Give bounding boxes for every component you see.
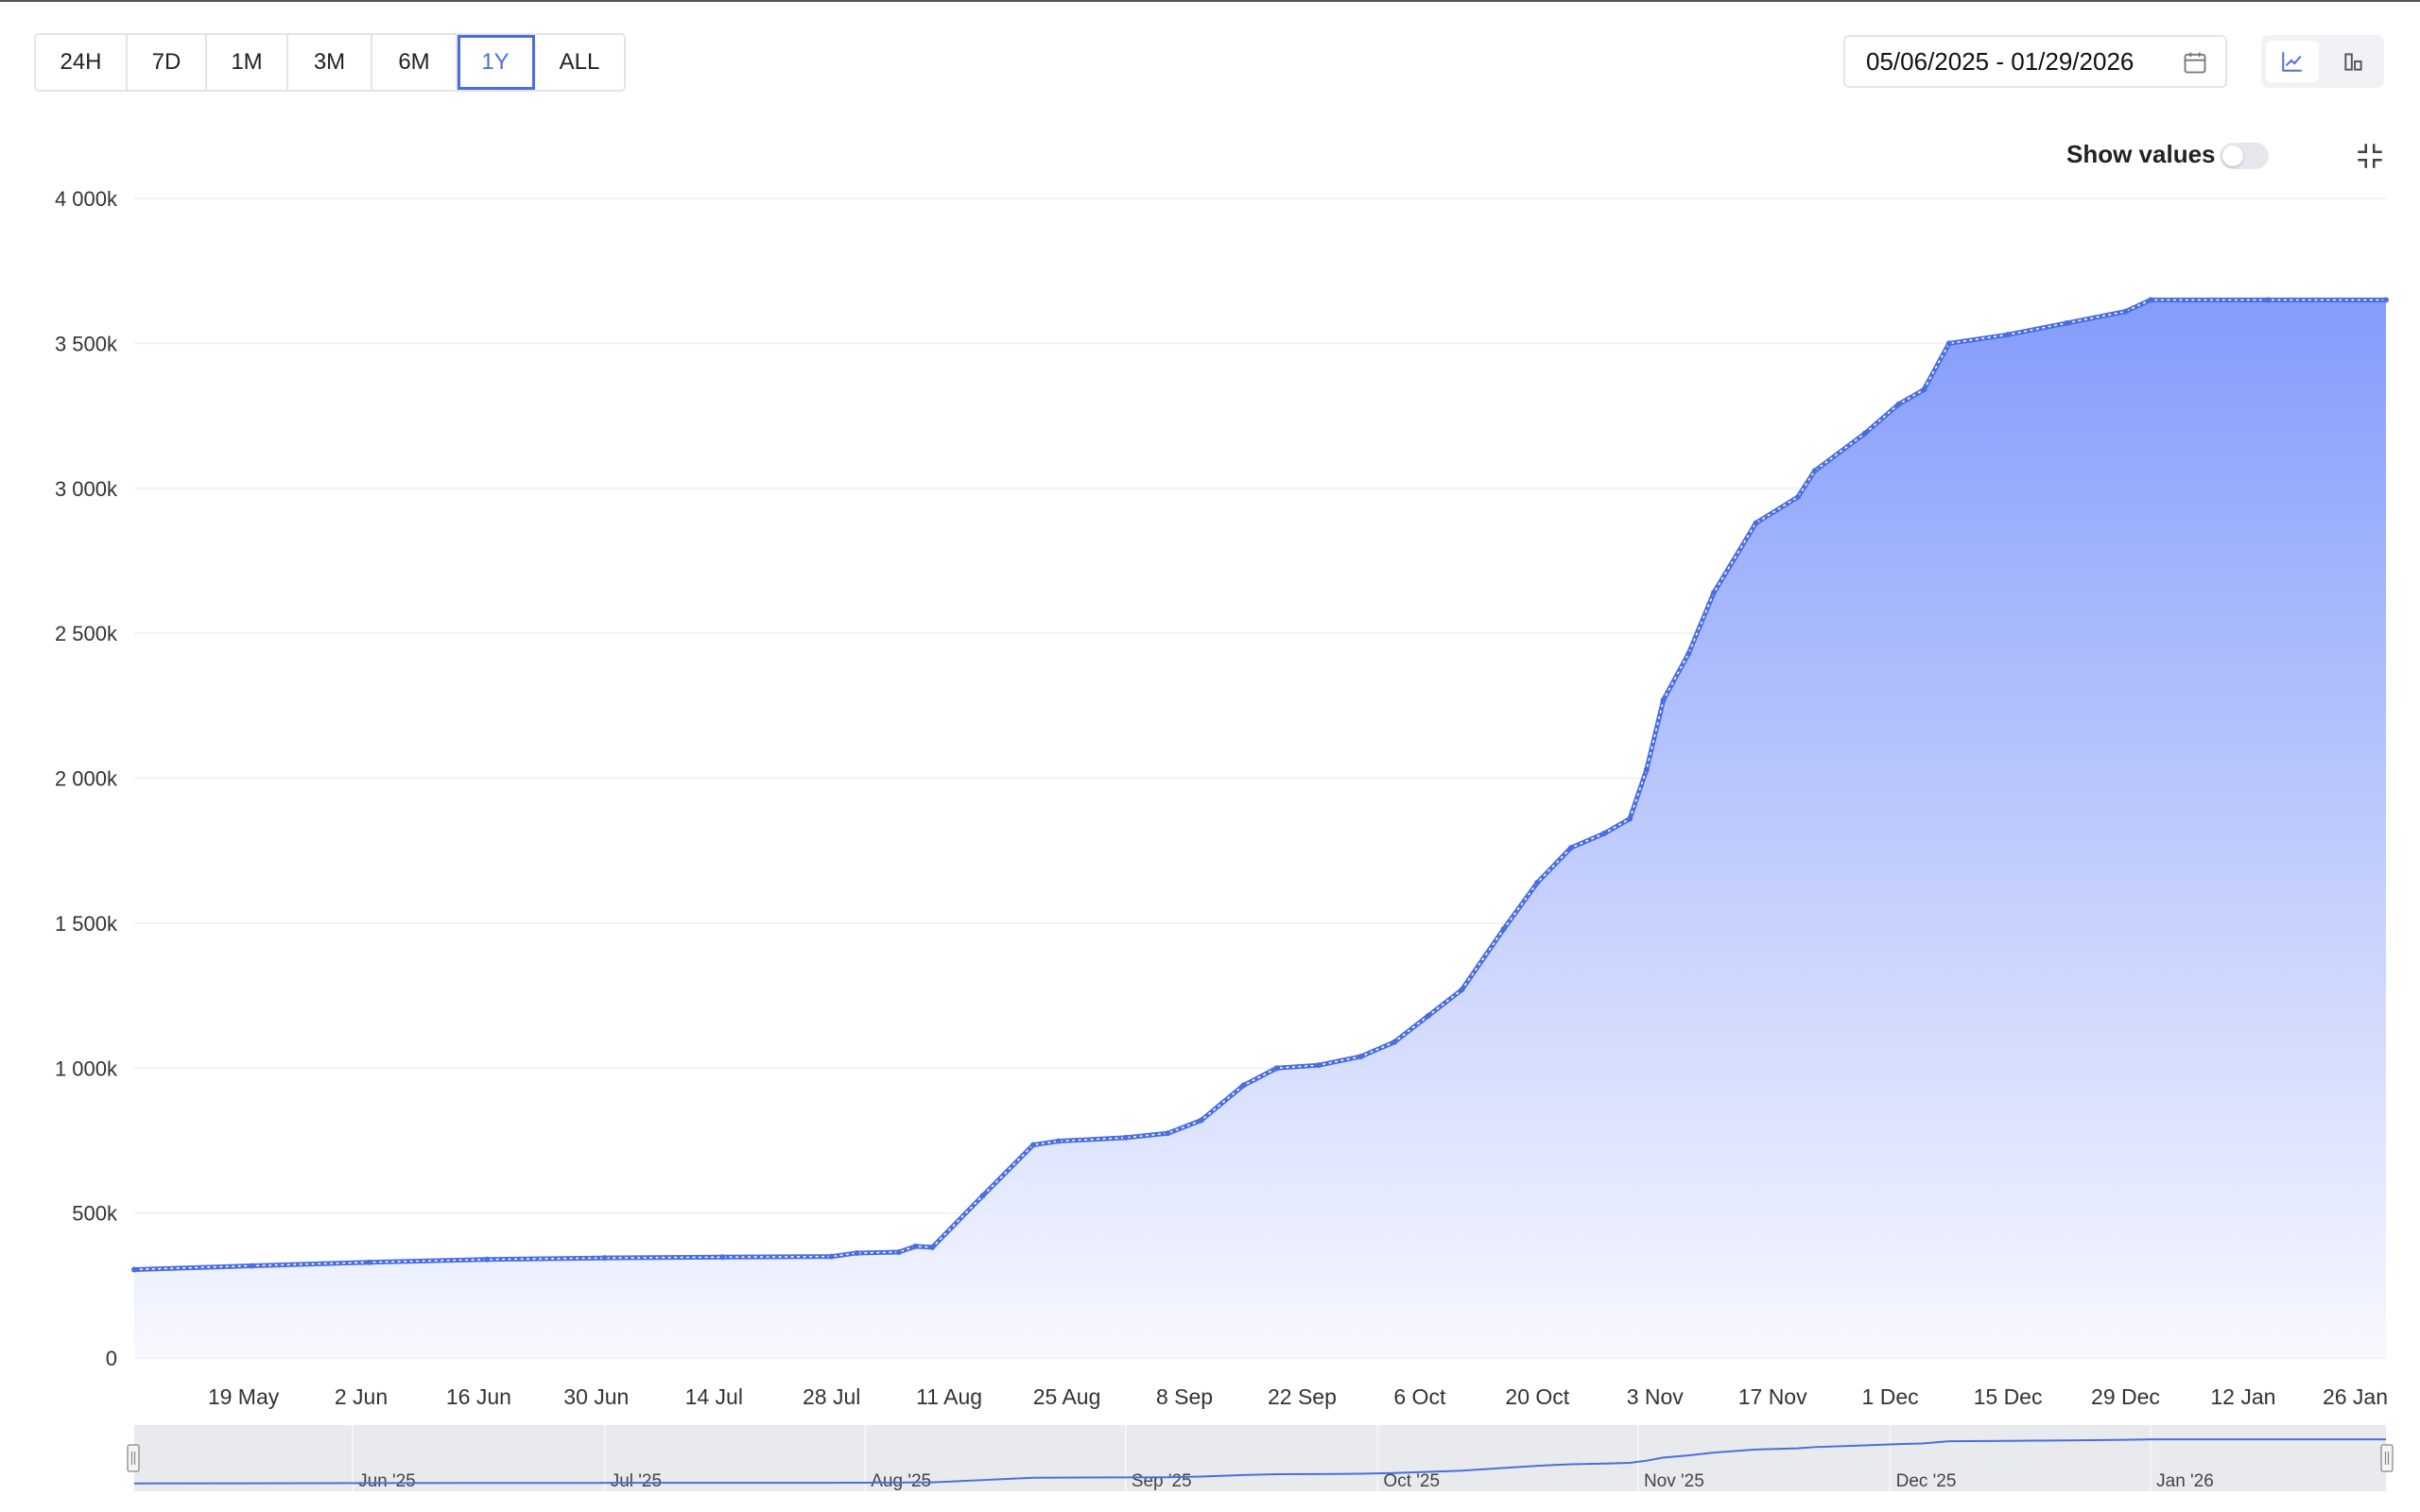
data-point (1357, 1053, 1364, 1059)
data-point (1316, 1062, 1322, 1069)
data-point (1567, 845, 1574, 851)
data-point (1459, 987, 1465, 993)
x-tick-label: 16 Jun (446, 1384, 511, 1409)
data-point (929, 1244, 936, 1250)
area-fill (134, 300, 2386, 1358)
data-point (1627, 816, 1634, 822)
data-point (1055, 1138, 1062, 1144)
data-point (854, 1249, 860, 1256)
x-tick-label: 15 Dec (1974, 1384, 2043, 1409)
x-tick-label: 25 Aug (1033, 1384, 1101, 1409)
chart-page: 24H 7D 1M 3M 6M 1Y ALL 05/06/2025 - 01/2… (0, 0, 2420, 1512)
navigator-tick-label: Oct '25 (1383, 1471, 1440, 1491)
data-point (2265, 297, 2272, 303)
data-point (131, 1266, 137, 1273)
data-point (1945, 340, 1952, 347)
data-point (1273, 1065, 1280, 1072)
data-point (2148, 297, 2154, 303)
x-tick-label: 1 Dec (1862, 1384, 1919, 1409)
data-point (1165, 1130, 1171, 1137)
data-point (1500, 926, 1507, 933)
data-point (1921, 387, 1927, 393)
y-tick-label: 1 000k (55, 1057, 118, 1080)
data-point (1392, 1039, 1398, 1045)
x-tick-label: 22 Sep (1268, 1384, 1337, 1409)
data-point (2383, 297, 2389, 303)
x-tick-label: 2 Jun (335, 1384, 388, 1409)
data-point (366, 1259, 372, 1265)
y-tick-label: 3 500k (55, 332, 118, 355)
data-point (1425, 1013, 1431, 1020)
navigator[interactable]: Jun '25 Jul '25 Aug '25 Sep '25 Oct '25 Nov '… (127, 1425, 2394, 1491)
x-axis: 19 May 2 Jun 16 Jun 30 Jun 14 Jul 28 Jul 11 Au… (208, 1384, 2388, 1409)
navigator-handle-icon (127, 1444, 140, 1472)
x-tick-label: 17 Nov (1738, 1384, 1807, 1409)
data-point (1122, 1134, 1129, 1141)
area-chart: 0 500k 1 000k 1 500k 2 000k 2 500k 3 000k 3 500… (55, 187, 2394, 1491)
x-tick-label: 8 Sep (1156, 1384, 1213, 1409)
data-point (601, 1255, 608, 1262)
x-tick-label: 20 Oct (1505, 1384, 1569, 1409)
y-tick-label: 500k (72, 1202, 118, 1226)
navigator-handle-right[interactable] (2380, 1444, 2394, 1472)
x-tick-label: 26 Jan (2323, 1384, 2388, 1409)
navigator-tick-label: Aug '25 (871, 1471, 931, 1491)
x-tick-label: 19 May (208, 1384, 280, 1409)
series-layer (131, 297, 2389, 1358)
y-tick-label: 2 500k (55, 622, 118, 645)
data-point (484, 1256, 491, 1263)
x-tick-label: 11 Aug (916, 1384, 982, 1409)
data-point (2005, 332, 2012, 338)
data-point (1895, 401, 1902, 407)
navigator-tick-label: Jun '25 (358, 1471, 416, 1491)
navigator-handle-left[interactable] (127, 1444, 140, 1472)
x-tick-label: 29 Dec (2091, 1384, 2160, 1409)
navigator-handle-icon (2380, 1444, 2394, 1472)
navigator-tick-label: Sep '25 (1132, 1471, 1192, 1491)
data-point (1685, 650, 1692, 657)
x-tick-label: 14 Jul (685, 1384, 743, 1409)
y-tick-label: 1 500k (55, 912, 118, 936)
data-point (828, 1253, 835, 1260)
data-point (2122, 308, 2129, 315)
navigator-tick-label: Dec '25 (1896, 1471, 1957, 1491)
data-point (1660, 696, 1667, 703)
x-tick-label: 12 Jan (2210, 1384, 2275, 1409)
data-point (1240, 1082, 1247, 1089)
data-point (2064, 319, 2070, 326)
data-point (1710, 590, 1717, 596)
y-tick-label: 3 000k (55, 477, 118, 501)
data-point (1753, 520, 1759, 526)
y-axis: 0 500k 1 000k 1 500k 2 000k 2 500k 3 000k 3 500… (55, 187, 118, 1370)
navigator-tick-label: Jul '25 (611, 1471, 662, 1491)
data-point (1794, 493, 1801, 500)
y-tick-label: 2 000k (55, 767, 118, 791)
data-point (1030, 1142, 1037, 1148)
data-point (912, 1243, 919, 1249)
x-tick-label: 3 Nov (1627, 1384, 1685, 1409)
y-tick-label: 0 (106, 1347, 117, 1370)
data-point (1811, 468, 1818, 474)
data-point (1643, 766, 1650, 773)
data-point (719, 1254, 726, 1261)
x-tick-label: 6 Oct (1393, 1384, 1446, 1409)
data-point (1534, 879, 1541, 885)
navigator-background (134, 1425, 2386, 1491)
data-point (1198, 1117, 1204, 1124)
data-point (1601, 830, 1608, 836)
data-point (249, 1263, 255, 1269)
navigator-tick-label: Nov '25 (1644, 1471, 1704, 1491)
data-point (895, 1249, 902, 1256)
y-tick-label: 4 000k (55, 187, 118, 211)
x-tick-label: 28 Jul (803, 1384, 860, 1409)
data-point (979, 1193, 986, 1199)
data-point (1861, 430, 1868, 437)
navigator-tick-label: Jan '26 (2156, 1471, 2214, 1491)
x-tick-label: 30 Jun (563, 1384, 629, 1409)
